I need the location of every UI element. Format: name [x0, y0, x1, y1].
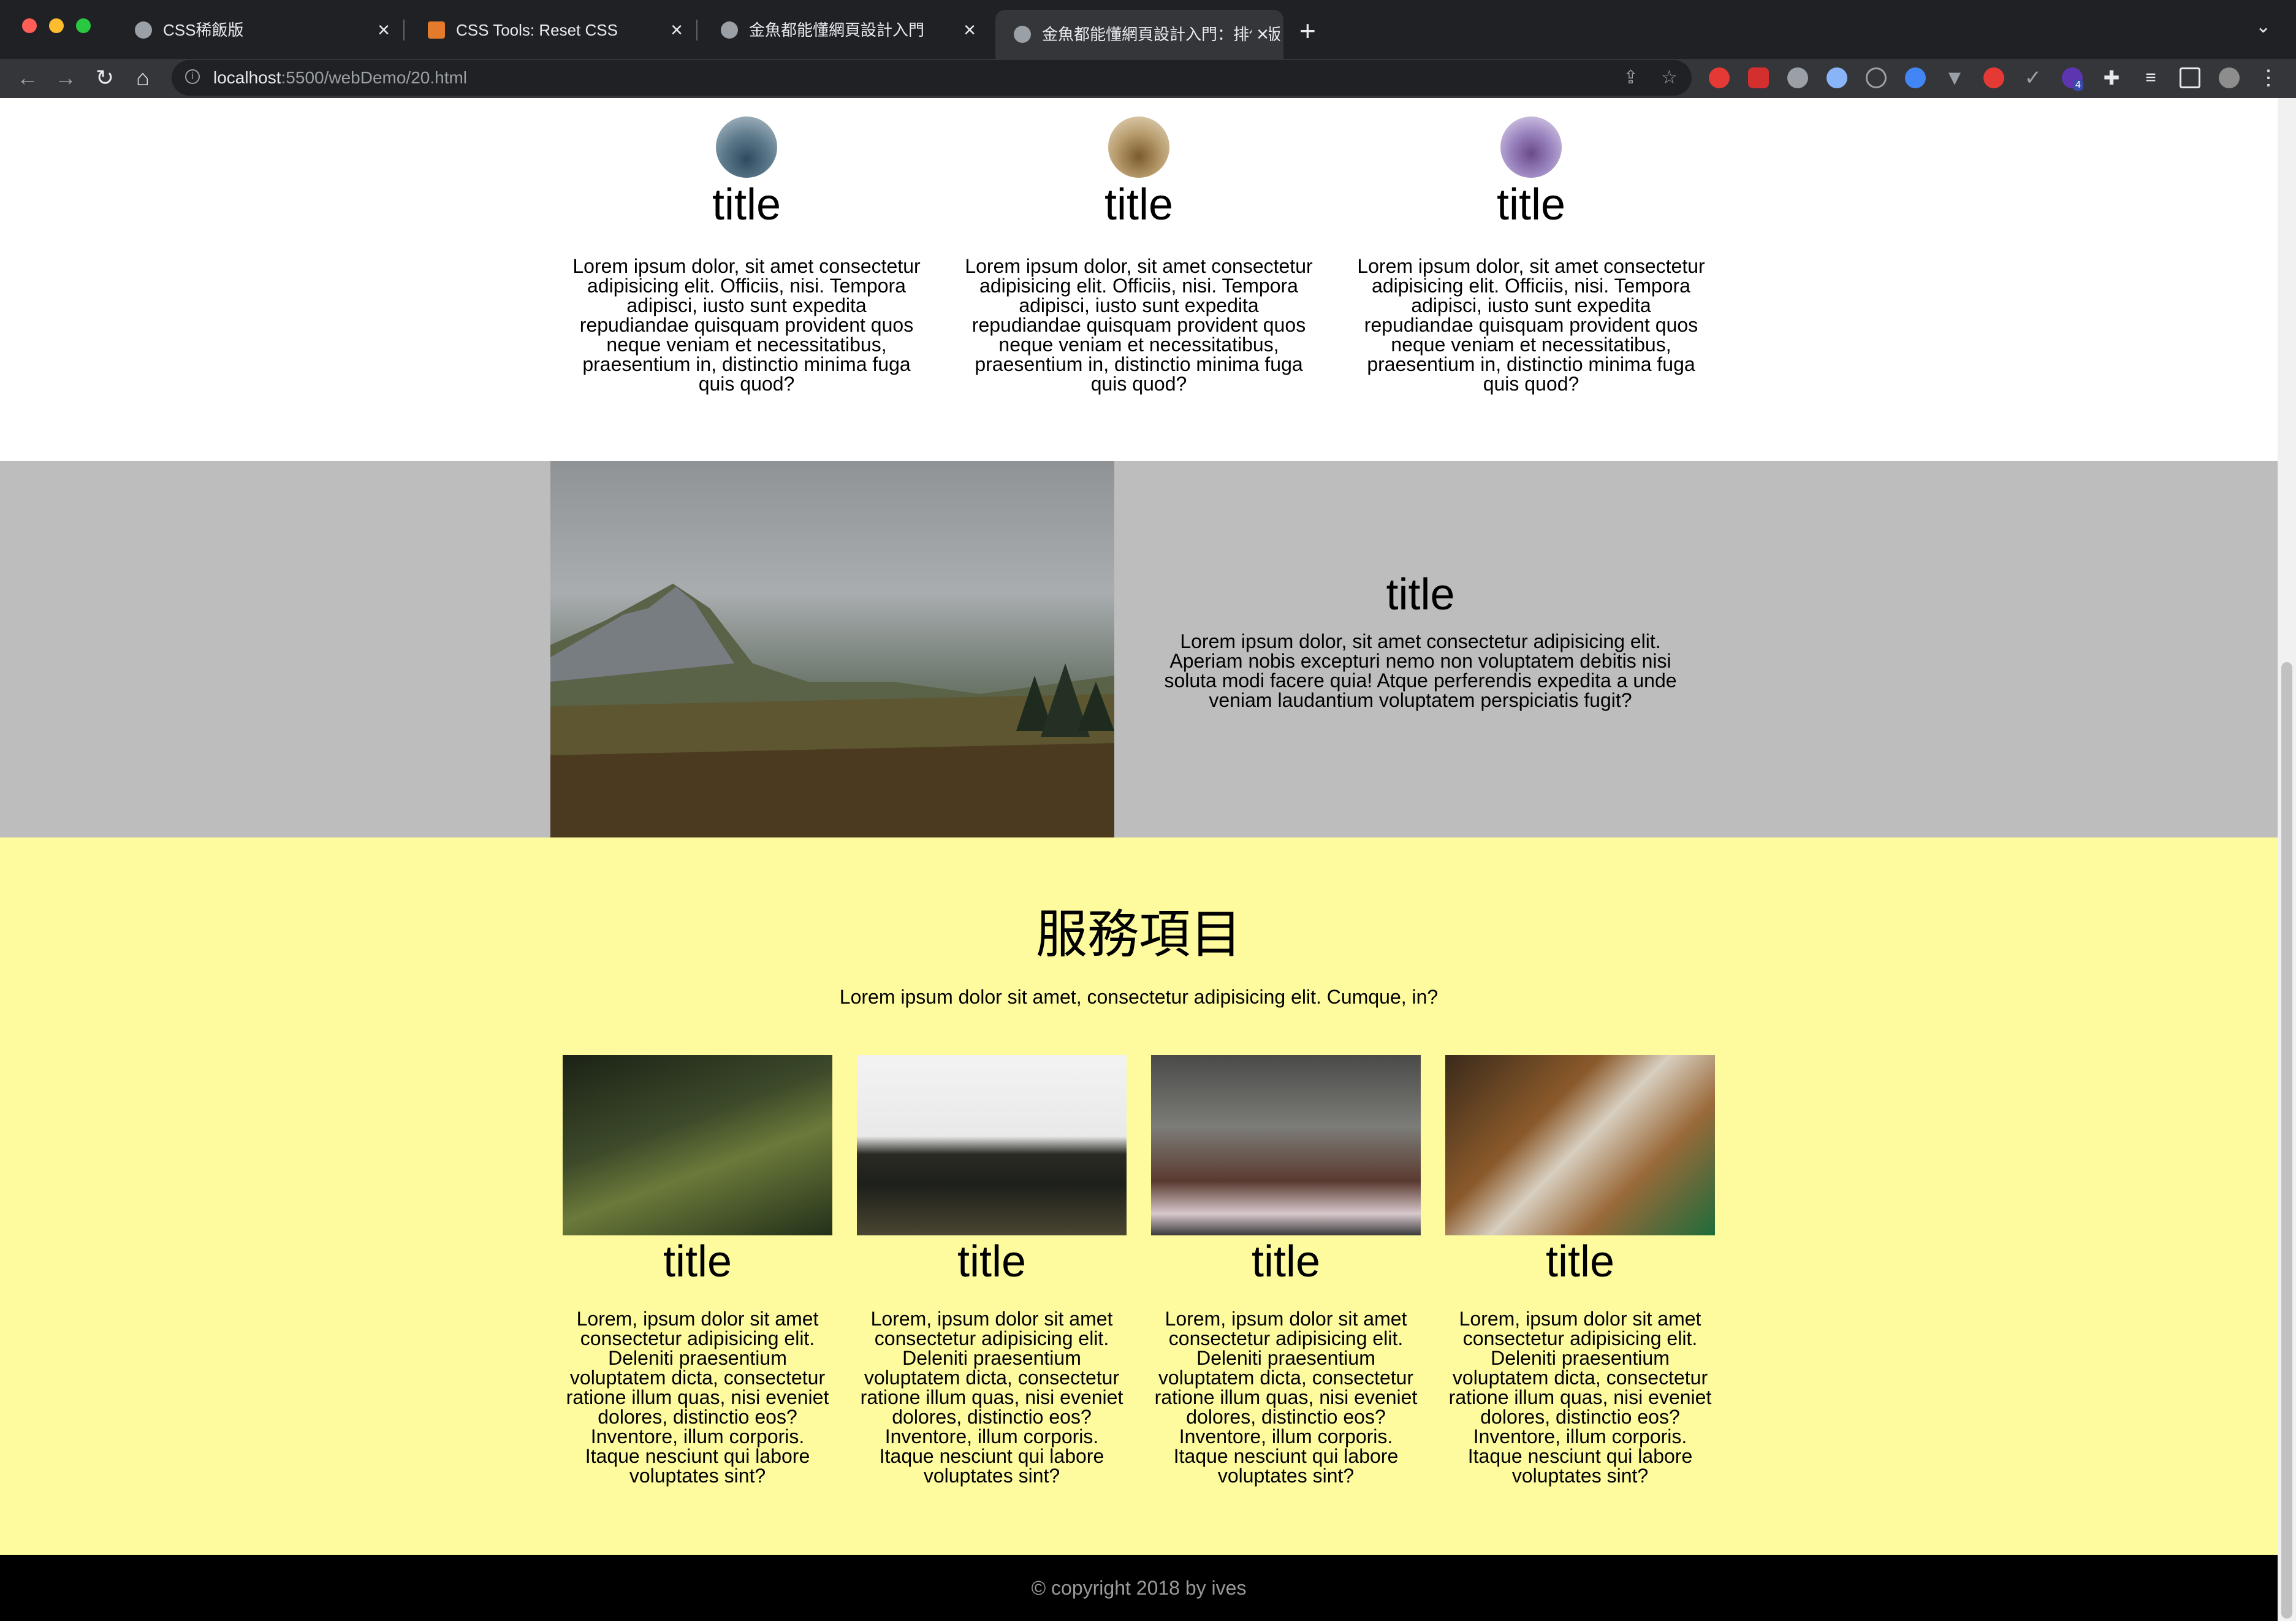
feature-avatar-image [1108, 116, 1169, 178]
feature-column: title Lorem ipsum dolor, sit amet consec… [1356, 116, 1706, 394]
extension-cloud-icon[interactable] [1787, 67, 1808, 88]
tab-title: 金魚都能懂網頁設計入門 [749, 21, 925, 39]
globe-icon [135, 21, 152, 39]
about-text: Lorem ipsum dolor, sit amet consectetur … [1164, 630, 1677, 711]
browser-menu-icon[interactable]: ⋮ [2258, 67, 2279, 88]
feature-avatar-image [716, 116, 777, 178]
profile-avatar[interactable] [2219, 67, 2240, 88]
extension-gem-icon[interactable] [1905, 67, 1926, 88]
desk-notebook-photo [1445, 1055, 1715, 1235]
extensions-puzzle-icon[interactable]: ✚ [2101, 67, 2122, 88]
service-card-text: Lorem, ipsum dolor sit amet consectetur … [1448, 1308, 1712, 1487]
reading-list-icon[interactable]: ≡ [2140, 67, 2161, 88]
close-tab-icon[interactable]: × [1252, 10, 1269, 59]
service-card: title Lorem, ipsum dolor sit amet consec… [1151, 1055, 1421, 1486]
copyright-text: © copyright 2018 by ives [1031, 1577, 1247, 1599]
tab-title: CSS稀飯版 [163, 21, 244, 39]
globe-icon [1014, 26, 1031, 43]
reload-icon[interactable]: ↻ [89, 63, 120, 93]
service-card: title Lorem, ipsum dolor sit amet consec… [563, 1055, 832, 1486]
service-card: title Lorem, ipsum dolor sit amet consec… [1445, 1055, 1715, 1486]
maximize-window-button[interactable] [76, 18, 91, 33]
browser-toolbar: ← → ↻ ⌂ i localhost:5500/webDemo/20.html… [0, 59, 2296, 98]
tab-separator [403, 20, 405, 40]
feature-text: Lorem ipsum dolor, sit amet consectetur … [1357, 255, 1705, 395]
services-heading: 服務項目 [1035, 906, 1242, 963]
url-text: localhost:5500/webDemo/20.html [213, 68, 468, 87]
extension-vue-icon[interactable]: ▼ [1944, 67, 1965, 88]
tab-reset-css[interactable]: CSS Tools: Reset CSS × [409, 9, 698, 51]
close-tab-icon[interactable]: × [964, 9, 976, 51]
tab-search-chevron-icon[interactable]: ⌄ [2256, 16, 2271, 37]
browser-window: CSS稀飯版 × CSS Tools: Reset CSS × 金魚都能懂網頁設… [0, 0, 2296, 98]
tab-webdesign-intro[interactable]: 金魚都能懂網頁設計入門 × [702, 9, 990, 51]
services-section: 服務項目 Lorem ipsum dolor sit amet, consect… [0, 837, 2278, 1555]
feature-title: title [1104, 180, 1174, 229]
site-info-icon[interactable]: i [185, 69, 200, 84]
extension-fe-icon[interactable] [1748, 67, 1769, 88]
globe-icon [721, 21, 738, 39]
forward-arrow-icon[interactable]: → [50, 63, 81, 93]
about-text-block: title Lorem ipsum dolor, sit amet consec… [1146, 570, 1695, 710]
back-arrow-icon[interactable]: ← [12, 63, 43, 93]
about-title: title [1386, 570, 1455, 619]
minimize-window-button[interactable] [49, 18, 64, 33]
tab-title: 金魚都能懂網頁設計入門：排個版 [1042, 25, 1282, 44]
feature-title: title [1496, 180, 1566, 229]
extension-check-icon[interactable]: ✓ [2023, 67, 2043, 88]
service-card-title: title [663, 1237, 732, 1286]
bookmark-star-icon[interactable]: ☆ [1661, 60, 1678, 96]
service-card-title: title [957, 1237, 1027, 1286]
feature-avatar-image [1500, 116, 1562, 178]
tab-strip: CSS稀飯版 × CSS Tools: Reset CSS × 金魚都能懂網頁設… [0, 0, 2296, 59]
service-card: title Lorem, ipsum dolor sit amet consec… [857, 1055, 1127, 1486]
feature-text: Lorem ipsum dolor, sit amet consectetur … [965, 255, 1313, 395]
forest-photo [857, 1055, 1127, 1235]
home-icon[interactable]: ⌂ [127, 63, 158, 93]
page-footer: © copyright 2018 by ives [0, 1555, 2278, 1621]
moss-photo [563, 1055, 832, 1235]
service-card-title: title [1251, 1237, 1321, 1286]
service-card-text: Lorem, ipsum dolor sit amet consectetur … [1154, 1308, 1418, 1487]
service-card-title: title [1545, 1237, 1615, 1286]
extension-play-icon[interactable] [1983, 67, 2004, 88]
service-card-text: Lorem, ipsum dolor sit amet consectetur … [860, 1308, 1123, 1487]
extension-badge-icon[interactable]: 4 [2062, 67, 2083, 91]
new-tab-button[interactable]: + [1299, 12, 1316, 49]
extension-s-icon[interactable] [1709, 67, 1730, 88]
old-building-car-photo [1151, 1055, 1421, 1235]
address-bar[interactable]: i localhost:5500/webDemo/20.html ⇪ ☆ [172, 60, 1692, 96]
extension-react-icon[interactable] [1827, 67, 1847, 88]
extension-badge-count: 4 [2073, 80, 2083, 91]
tab-separator [696, 20, 698, 40]
close-window-button[interactable] [22, 18, 37, 33]
services-subtitle: Lorem ipsum dolor sit amet, consectetur … [839, 986, 1439, 1008]
feature-column: title Lorem ipsum dolor, sit amet consec… [572, 116, 921, 394]
side-panel-icon[interactable] [2180, 67, 2200, 88]
service-card-text: Lorem, ipsum dolor sit amet consectetur … [566, 1308, 829, 1487]
share-icon[interactable]: ⇪ [1623, 60, 1638, 96]
scrollbar-thumb[interactable] [2281, 662, 2292, 1619]
extension-target-icon[interactable] [1866, 67, 1887, 88]
close-tab-icon[interactable]: × [671, 9, 683, 51]
close-tab-icon[interactable]: × [378, 9, 390, 51]
tab-css-forum[interactable]: CSS稀飯版 × [116, 9, 405, 51]
about-section: title Lorem ipsum dolor, sit amet consec… [0, 461, 2278, 837]
feature-title: title [712, 180, 781, 229]
feature-column: title Lorem ipsum dolor, sit amet consec… [964, 116, 1313, 394]
tab-webdesign-layout[interactable]: 金魚都能懂網頁設計入門：排個版 × [995, 10, 1283, 59]
web-page: title Lorem ipsum dolor, sit amet consec… [0, 98, 2278, 1621]
site-favicon-icon [428, 21, 445, 39]
mountain-landscape-photo [550, 461, 1114, 837]
tab-title: CSS Tools: Reset CSS [456, 21, 618, 39]
feature-text: Lorem ipsum dolor, sit amet consectetur … [572, 255, 921, 395]
